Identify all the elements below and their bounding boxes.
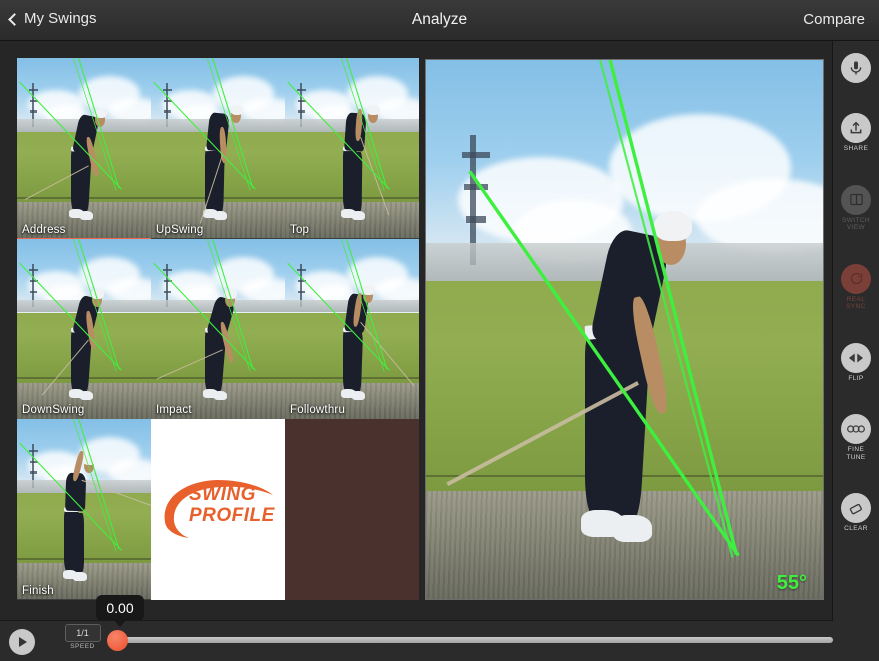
flip-icon <box>841 342 871 373</box>
analysis-line <box>288 263 390 370</box>
swing-frame-label: DownSwing <box>22 404 85 416</box>
swing-frame-thumbnail[interactable]: DownSwing <box>17 238 151 419</box>
swing-frame-thumbnail[interactable]: Followthru <box>285 238 419 419</box>
main-video-viewer[interactable]: 55° <box>425 59 824 600</box>
timeline-slider-track[interactable] <box>121 637 833 643</box>
logo-line-2: PROFILE <box>189 505 275 527</box>
eraser-icon <box>841 493 871 523</box>
speed-control-label: SPEED <box>70 643 95 650</box>
golf-shoe <box>213 391 228 401</box>
play-button[interactable] <box>9 629 35 655</box>
analysis-line <box>341 58 384 191</box>
current-time-tooltip: 0.00 <box>96 595 144 627</box>
analysis-line <box>73 58 116 191</box>
analysis-line <box>20 82 122 189</box>
analysis-line <box>288 82 390 189</box>
share-icon <box>841 113 871 143</box>
tool-share-label: SHARE <box>843 145 869 152</box>
analysis-line <box>154 263 256 370</box>
tool-fine-tune-label: FINE TUNE <box>846 446 866 461</box>
tool-real-sync-label: REAL SYNC <box>846 295 866 311</box>
app-logo: SWING PROFILE <box>159 476 277 542</box>
analysis-line <box>341 239 384 372</box>
switch-view-icon <box>841 184 871 215</box>
swing-analysis-lines <box>285 239 419 373</box>
page-title: Analyze <box>411 11 468 28</box>
tool-record[interactable] <box>833 53 879 83</box>
analysis-line <box>213 58 253 188</box>
analysis-line <box>207 58 250 191</box>
tool-flip-label: FLIP <box>848 374 864 382</box>
swing-analysis-lines <box>17 239 151 373</box>
analysis-line <box>73 419 116 552</box>
real-sync-icon <box>841 263 871 294</box>
golf-shoe <box>79 210 94 220</box>
golf-shoe <box>79 391 94 401</box>
swing-analysis-lines <box>285 58 419 192</box>
swing-frame-thumbnail[interactable]: Finish <box>17 419 151 600</box>
analysis-line <box>79 419 119 549</box>
swing-frame-grid: Address UpSwing Top DownSwing Impact Followth… <box>17 58 419 600</box>
analysis-line <box>213 239 253 369</box>
play-icon <box>19 637 28 647</box>
swing-angle-readout: 55° <box>776 572 807 594</box>
app-root: My Swings Analyze Compare Address UpSwing… <box>0 0 879 661</box>
swing-frame-thumbnail[interactable]: Top <box>285 58 419 239</box>
swing-frame-label: UpSwing <box>156 223 204 236</box>
top-navigation-bar: My Swings Analyze Compare <box>0 0 879 41</box>
tool-flip[interactable]: FLIP <box>833 342 879 383</box>
analysis-line <box>347 58 387 188</box>
tool-fine-tune[interactable]: FINE TUNE <box>833 414 879 461</box>
swing-frame-thumbnail[interactable]: Impact <box>151 238 285 419</box>
swing-frame-label: Top <box>290 223 310 236</box>
tool-clear-label: CLEAR <box>844 525 868 532</box>
swing-frame-label: Impact <box>156 404 192 416</box>
tool-switch-view: SWITCH VIEW <box>833 184 879 232</box>
swing-analysis-lines <box>17 419 151 553</box>
swing-analysis-lines <box>468 60 740 558</box>
analysis-line <box>79 58 119 188</box>
analysis-line <box>207 239 250 372</box>
tool-real-sync: REAL SYNC <box>833 263 879 311</box>
tool-share[interactable]: SHARE <box>833 113 879 153</box>
timeline-slider-handle[interactable] <box>107 630 128 651</box>
tool-switch-view-label: SWITCH VIEW <box>841 216 871 232</box>
analysis-line <box>20 443 122 550</box>
swing-profile-logo-tile[interactable]: SWING PROFILE <box>151 419 285 600</box>
golf-shoe <box>352 210 366 220</box>
analysis-line <box>347 239 387 369</box>
empty-frame-tile <box>285 419 419 600</box>
analysis-line <box>79 239 119 369</box>
swing-frame-thumbnail[interactable]: UpSwing <box>151 58 285 239</box>
swing-analysis-lines <box>151 58 285 192</box>
analysis-line <box>73 239 116 372</box>
logo-line-1: SWING <box>189 484 256 506</box>
analysis-line <box>20 263 122 370</box>
speed-value: 1/1 <box>64 624 101 642</box>
microphone-icon <box>841 53 871 83</box>
swing-frame-thumbnail[interactable]: Address <box>17 58 151 239</box>
golf-shoe <box>73 571 87 581</box>
compare-button[interactable]: Compare <box>803 11 865 28</box>
tool-clear[interactable]: CLEAR <box>833 493 879 533</box>
swing-frame-label: Finish <box>22 584 54 597</box>
swing-frame-label: Followthru <box>290 404 346 416</box>
fine-tune-icon <box>841 414 871 444</box>
tools-sidebar: SHARE SWITCH VIEW REAL SYNC FLIP FINE TUNE CLEAR <box>832 41 879 661</box>
swing-frame-label: Address <box>22 223 66 236</box>
swing-analysis-lines <box>151 239 285 373</box>
logo-text: SWING PROFILE <box>189 484 275 526</box>
analysis-line <box>154 82 256 189</box>
golf-shoe <box>213 210 228 220</box>
swing-analysis-lines <box>17 58 151 192</box>
golf-shoe <box>352 391 366 401</box>
playback-speed-control[interactable]: 1/1 SPEED <box>62 624 103 650</box>
